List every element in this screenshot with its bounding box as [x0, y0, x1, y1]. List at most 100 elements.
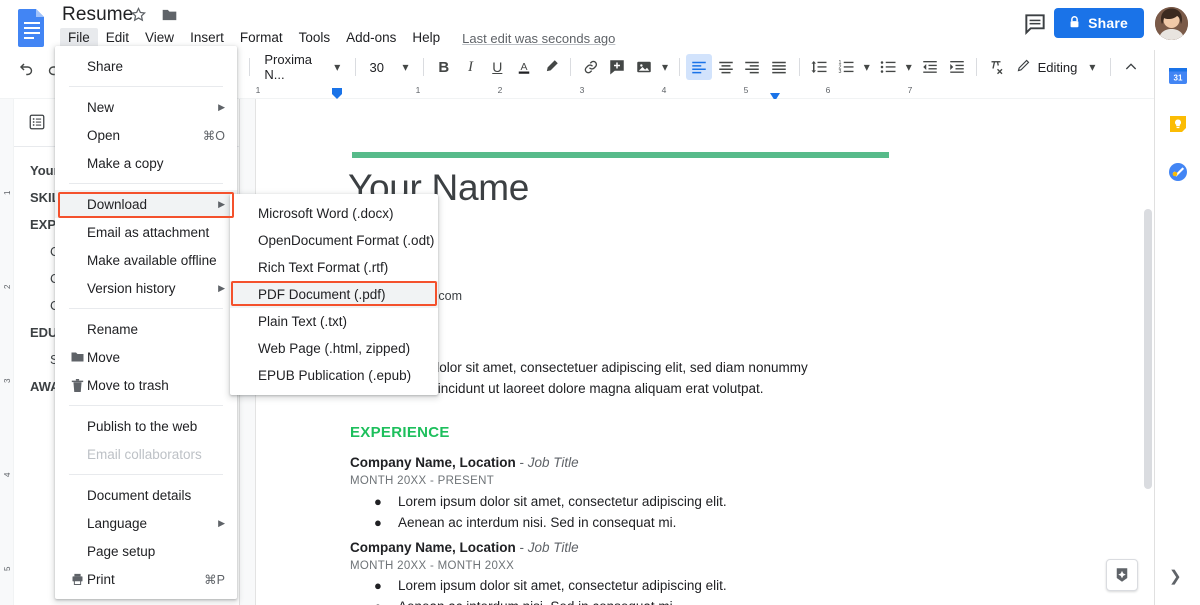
google-docs-logo[interactable] — [16, 8, 48, 48]
text-color-button[interactable]: A — [511, 54, 538, 80]
google-keep-icon[interactable] — [1166, 112, 1190, 136]
google-docs-window: Resume File Edit View Insert Format Tool… — [0, 0, 1200, 605]
ruler-number: 1 — [416, 85, 421, 95]
comment-history-icon[interactable] — [1022, 11, 1048, 37]
move-to-folder-icon[interactable] — [161, 8, 178, 22]
job-dates-1: MONTH 20XX - PRESENT — [350, 475, 494, 487]
section-heading-experience: EXPERIENCE — [350, 424, 450, 441]
download-submenu[interactable]: Microsoft Word (.docx) OpenDocument Form… — [230, 194, 438, 395]
svg-text:31: 31 — [1174, 74, 1183, 83]
download-option-pdf[interactable]: PDF Document (.pdf) — [230, 281, 438, 308]
font-family-select[interactable]: Proxima N... ▾ — [256, 55, 348, 79]
vertical-scrollbar[interactable] — [1144, 209, 1152, 489]
align-left-icon[interactable] — [686, 54, 713, 80]
file-menu-item-language[interactable]: Language ▶ — [55, 509, 237, 537]
download-option-docx[interactable]: Microsoft Word (.docx) — [230, 200, 438, 227]
align-right-icon[interactable] — [739, 54, 766, 80]
increase-indent-icon[interactable] — [943, 54, 970, 80]
toolbar-divider — [249, 58, 250, 76]
undo-icon[interactable] — [14, 54, 41, 80]
clear-formatting-icon[interactable] — [983, 54, 1010, 80]
right-indent-marker[interactable] — [770, 88, 779, 98]
google-tasks-icon[interactable] — [1166, 160, 1190, 184]
menu-tools[interactable]: Tools — [291, 28, 339, 48]
file-menu-label: Version history — [69, 281, 208, 296]
file-menu-item-move[interactable]: Move — [55, 343, 237, 371]
google-calendar-icon[interactable]: 31 — [1166, 64, 1190, 88]
file-menu-label: Make a copy — [69, 156, 225, 171]
menu-view[interactable]: View — [137, 28, 182, 48]
bullet-dot-icon: ● — [374, 515, 398, 530]
chevron-down-icon: ▾ — [1084, 60, 1100, 74]
bold-button[interactable]: B — [430, 54, 457, 80]
menu-help[interactable]: Help — [404, 28, 448, 48]
highlight-pen-icon[interactable] — [537, 54, 564, 80]
file-menu-item-email-as-attachment[interactable]: Email as attachment — [55, 218, 237, 246]
job-bullet-2-1: ● Lorem ipsum dolor sit amet, consectetu… — [374, 578, 727, 593]
svg-text:3: 3 — [838, 69, 841, 75]
ruler-number: 6 — [826, 85, 831, 95]
align-center-icon[interactable] — [712, 54, 739, 80]
download-option-odt[interactable]: OpenDocument Format (.odt) — [230, 227, 438, 254]
editing-mode-button[interactable]: Editing ▾ — [1010, 54, 1105, 80]
insert-image-icon[interactable] — [631, 54, 658, 80]
file-menu-item-make-a-copy[interactable]: Make a copy — [55, 149, 237, 177]
file-menu-item-move-to-trash[interactable]: Move to trash — [55, 371, 237, 399]
outline-icon[interactable] — [28, 113, 46, 134]
align-justify-icon[interactable] — [766, 54, 793, 80]
star-outline-icon[interactable] — [130, 6, 147, 23]
file-menu-item-print[interactable]: Print ⌘P — [55, 565, 237, 593]
menu-format[interactable]: Format — [232, 28, 291, 48]
file-menu-item-publish-to-the-web[interactable]: Publish to the web — [55, 412, 237, 440]
file-menu-item-make-available-offline[interactable]: Make available offline — [55, 246, 237, 274]
menu-file[interactable]: File — [60, 28, 98, 48]
ruler-number: 2 — [498, 85, 503, 95]
title-actions — [130, 6, 178, 23]
menu-addons[interactable]: Add-ons — [338, 28, 404, 48]
share-button[interactable]: Share — [1054, 8, 1144, 38]
file-menu-item-rename[interactable]: Rename — [55, 315, 237, 343]
file-menu-item-version-history[interactable]: Version history ▶ — [55, 274, 237, 302]
submenu-arrow-icon: ▶ — [208, 283, 225, 294]
file-menu-label: Make available offline — [69, 253, 225, 268]
menu-insert[interactable]: Insert — [182, 28, 232, 48]
download-option-epub[interactable]: EPUB Publication (.epub) — [230, 362, 438, 389]
file-menu-item-email-collaborators: Email collaborators — [55, 440, 237, 468]
file-menu-item-open[interactable]: Open ⌘O — [55, 121, 237, 149]
download-option-txt[interactable]: Plain Text (.txt) — [230, 308, 438, 335]
chevron-right-icon[interactable]: ❯ — [1169, 567, 1182, 585]
decrease-indent-icon[interactable] — [916, 54, 943, 80]
font-family-value: Proxima N... — [264, 52, 330, 82]
numbered-list-chevron-down-icon[interactable]: ▾ — [859, 60, 874, 74]
file-menu-dropdown[interactable]: Share New ▶ Open ⌘O Make a copy Download… — [55, 46, 237, 599]
insert-link-icon[interactable] — [577, 54, 604, 80]
font-size-select[interactable]: 30 ▾ — [362, 55, 418, 79]
underline-button[interactable]: U — [484, 54, 511, 80]
download-option-html[interactable]: Web Page (.html, zipped) — [230, 335, 438, 362]
file-menu-item-new[interactable]: New ▶ — [55, 93, 237, 121]
job-bullet-1-2: ● Aenean ac interdum nisi. Sed in conseq… — [374, 515, 676, 530]
add-comment-icon[interactable] — [604, 54, 631, 80]
file-menu-label: Email collaborators — [69, 447, 225, 462]
chevron-up-icon[interactable] — [1117, 54, 1144, 80]
explore-button[interactable] — [1106, 559, 1138, 591]
share-button-label: Share — [1088, 15, 1128, 31]
left-indent-marker[interactable] — [332, 86, 341, 96]
last-edit-status[interactable]: Last edit was seconds ago — [462, 31, 615, 46]
menu-edit[interactable]: Edit — [98, 28, 137, 48]
document-title[interactable]: Resume — [62, 4, 133, 26]
bulleted-list-chevron-down-icon[interactable]: ▾ — [901, 60, 916, 74]
file-menu-item-document-details[interactable]: Document details — [55, 481, 237, 509]
line-spacing-icon[interactable] — [806, 54, 833, 80]
bullet-text: Lorem ipsum dolor sit amet, consectetur … — [398, 494, 727, 509]
file-menu-item-download[interactable]: Download ▶ — [55, 190, 237, 218]
download-option-rtf[interactable]: Rich Text Format (.rtf) — [230, 254, 438, 281]
file-menu-item-page-setup[interactable]: Page setup — [55, 537, 237, 565]
numbered-list-icon[interactable]: 1 2 3 — [832, 54, 859, 80]
user-avatar[interactable] — [1155, 7, 1188, 40]
italic-button[interactable]: I — [457, 54, 484, 80]
svg-text:A: A — [521, 61, 528, 73]
file-menu-item-share[interactable]: Share — [55, 52, 237, 80]
bulleted-list-icon[interactable] — [874, 54, 901, 80]
image-options-chevron-down-icon[interactable]: ▾ — [657, 60, 672, 74]
